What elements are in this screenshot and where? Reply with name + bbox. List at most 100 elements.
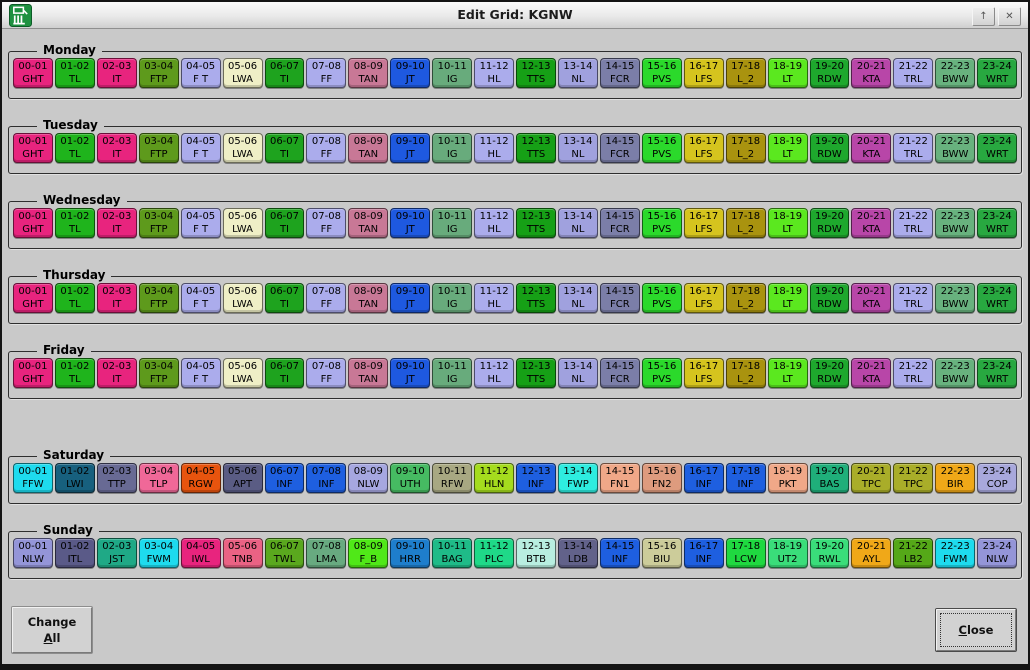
slot-button-sunday-14-15[interactable]: 14-15INF bbox=[600, 538, 640, 568]
slot-button-friday-13-14[interactable]: 13-14NL bbox=[558, 358, 598, 388]
slot-button-sunday-22-23[interactable]: 22-23FWM bbox=[935, 538, 975, 568]
slot-button-friday-18-19[interactable]: 18-19LT bbox=[768, 358, 808, 388]
slot-button-tuesday-11-12[interactable]: 11-12HL bbox=[474, 133, 514, 163]
slot-button-monday-23-24[interactable]: 23-24WRT bbox=[977, 58, 1017, 88]
slot-button-monday-11-12[interactable]: 11-12HL bbox=[474, 58, 514, 88]
slot-button-thursday-17-18[interactable]: 17-18L_2 bbox=[726, 283, 766, 313]
slot-button-tuesday-21-22[interactable]: 21-22TRL bbox=[893, 133, 933, 163]
slot-button-saturday-21-22[interactable]: 21-22TPC bbox=[893, 463, 933, 493]
slot-button-tuesday-07-08[interactable]: 07-08FF bbox=[306, 133, 346, 163]
slot-button-sunday-00-01[interactable]: 00-01NLW bbox=[13, 538, 53, 568]
slot-button-thursday-04-05[interactable]: 04-05F T bbox=[181, 283, 221, 313]
slot-button-wednesday-04-05[interactable]: 04-05F T bbox=[181, 208, 221, 238]
slot-button-thursday-21-22[interactable]: 21-22TRL bbox=[893, 283, 933, 313]
slot-button-friday-19-20[interactable]: 19-20RDW bbox=[810, 358, 850, 388]
slot-button-tuesday-12-13[interactable]: 12-13TTS bbox=[516, 133, 556, 163]
slot-button-wednesday-13-14[interactable]: 13-14NL bbox=[558, 208, 598, 238]
slot-button-tuesday-16-17[interactable]: 16-17LFS bbox=[684, 133, 724, 163]
slot-button-monday-09-10[interactable]: 09-10JT bbox=[390, 58, 430, 88]
slot-button-wednesday-18-19[interactable]: 18-19LT bbox=[768, 208, 808, 238]
slot-button-friday-02-03[interactable]: 02-03IT bbox=[97, 358, 137, 388]
slot-button-wednesday-22-23[interactable]: 22-23BWW bbox=[935, 208, 975, 238]
slot-button-thursday-23-24[interactable]: 23-24WRT bbox=[977, 283, 1017, 313]
slot-button-wednesday-08-09[interactable]: 08-09TAN bbox=[348, 208, 388, 238]
change-all-button[interactable]: Change All bbox=[12, 607, 92, 653]
slot-button-thursday-00-01[interactable]: 00-01GHT bbox=[13, 283, 53, 313]
slot-button-wednesday-03-04[interactable]: 03-04FTP bbox=[139, 208, 179, 238]
slot-button-sunday-11-12[interactable]: 11-12PLC bbox=[474, 538, 514, 568]
slot-button-monday-07-08[interactable]: 07-08FF bbox=[306, 58, 346, 88]
slot-button-friday-08-09[interactable]: 08-09TAN bbox=[348, 358, 388, 388]
slot-button-saturday-16-17[interactable]: 16-17INF bbox=[684, 463, 724, 493]
slot-button-wednesday-01-02[interactable]: 01-02TL bbox=[55, 208, 95, 238]
slot-button-saturday-15-16[interactable]: 15-16FN2 bbox=[642, 463, 682, 493]
slot-button-monday-21-22[interactable]: 21-22TRL bbox=[893, 58, 933, 88]
slot-button-thursday-13-14[interactable]: 13-14NL bbox=[558, 283, 598, 313]
slot-button-saturday-14-15[interactable]: 14-15FN1 bbox=[600, 463, 640, 493]
slot-button-thursday-02-03[interactable]: 02-03IT bbox=[97, 283, 137, 313]
slot-button-sunday-04-05[interactable]: 04-05IWL bbox=[181, 538, 221, 568]
slot-button-saturday-09-10[interactable]: 09-10UTH bbox=[390, 463, 430, 493]
slot-button-wednesday-14-15[interactable]: 14-15FCR bbox=[600, 208, 640, 238]
slot-button-tuesday-17-18[interactable]: 17-18L_2 bbox=[726, 133, 766, 163]
slot-button-saturday-20-21[interactable]: 20-21TPC bbox=[851, 463, 891, 493]
slot-button-saturday-03-04[interactable]: 03-04TLP bbox=[139, 463, 179, 493]
slot-button-tuesday-00-01[interactable]: 00-01GHT bbox=[13, 133, 53, 163]
slot-button-friday-00-01[interactable]: 00-01GHT bbox=[13, 358, 53, 388]
slot-button-monday-19-20[interactable]: 19-20RDW bbox=[810, 58, 850, 88]
slot-button-monday-08-09[interactable]: 08-09TAN bbox=[348, 58, 388, 88]
slot-button-friday-16-17[interactable]: 16-17LFS bbox=[684, 358, 724, 388]
slot-button-sunday-18-19[interactable]: 18-19UT2 bbox=[768, 538, 808, 568]
slot-button-sunday-12-13[interactable]: 12-13BTB bbox=[516, 538, 556, 568]
slot-button-sunday-19-20[interactable]: 19-20RWL bbox=[810, 538, 850, 568]
slot-button-wednesday-17-18[interactable]: 17-18L_2 bbox=[726, 208, 766, 238]
slot-button-monday-18-19[interactable]: 18-19LT bbox=[768, 58, 808, 88]
slot-button-wednesday-20-21[interactable]: 20-21KTA bbox=[851, 208, 891, 238]
slot-button-thursday-08-09[interactable]: 08-09TAN bbox=[348, 283, 388, 313]
slot-button-wednesday-07-08[interactable]: 07-08FF bbox=[306, 208, 346, 238]
slot-button-sunday-09-10[interactable]: 09-10HRR bbox=[390, 538, 430, 568]
slot-button-wednesday-05-06[interactable]: 05-06LWA bbox=[223, 208, 263, 238]
slot-button-saturday-22-23[interactable]: 22-23BIR bbox=[935, 463, 975, 493]
slot-button-thursday-12-13[interactable]: 12-13TTS bbox=[516, 283, 556, 313]
slot-button-wednesday-12-13[interactable]: 12-13TTS bbox=[516, 208, 556, 238]
slot-button-monday-12-13[interactable]: 12-13TTS bbox=[516, 58, 556, 88]
slot-button-monday-15-16[interactable]: 15-16PVS bbox=[642, 58, 682, 88]
slot-button-thursday-09-10[interactable]: 09-10JT bbox=[390, 283, 430, 313]
slot-button-tuesday-05-06[interactable]: 05-06LWA bbox=[223, 133, 263, 163]
slot-button-saturday-13-14[interactable]: 13-14FWP bbox=[558, 463, 598, 493]
slot-button-monday-20-21[interactable]: 20-21KTA bbox=[851, 58, 891, 88]
slot-button-tuesday-22-23[interactable]: 22-23BWW bbox=[935, 133, 975, 163]
slot-button-friday-05-06[interactable]: 05-06LWA bbox=[223, 358, 263, 388]
slot-button-tuesday-08-09[interactable]: 08-09TAN bbox=[348, 133, 388, 163]
slot-button-sunday-16-17[interactable]: 16-17INF bbox=[684, 538, 724, 568]
slot-button-friday-23-24[interactable]: 23-24WRT bbox=[977, 358, 1017, 388]
slot-button-thursday-07-08[interactable]: 07-08FF bbox=[306, 283, 346, 313]
slot-button-saturday-23-24[interactable]: 23-24COP bbox=[977, 463, 1017, 493]
slot-button-wednesday-21-22[interactable]: 21-22TRL bbox=[893, 208, 933, 238]
slot-button-friday-17-18[interactable]: 17-18L_2 bbox=[726, 358, 766, 388]
slot-button-thursday-14-15[interactable]: 14-15FCR bbox=[600, 283, 640, 313]
slot-button-thursday-01-02[interactable]: 01-02TL bbox=[55, 283, 95, 313]
slot-button-thursday-19-20[interactable]: 19-20RDW bbox=[810, 283, 850, 313]
slot-button-sunday-07-08[interactable]: 07-08LMA bbox=[306, 538, 346, 568]
slot-button-wednesday-09-10[interactable]: 09-10JT bbox=[390, 208, 430, 238]
slot-button-wednesday-00-01[interactable]: 00-01GHT bbox=[13, 208, 53, 238]
shade-button[interactable]: ↑ bbox=[972, 7, 995, 26]
slot-button-friday-14-15[interactable]: 14-15FCR bbox=[600, 358, 640, 388]
slot-button-monday-04-05[interactable]: 04-05F T bbox=[181, 58, 221, 88]
slot-button-monday-13-14[interactable]: 13-14NL bbox=[558, 58, 598, 88]
slot-button-sunday-08-09[interactable]: 08-09F_B bbox=[348, 538, 388, 568]
slot-button-sunday-17-18[interactable]: 17-18LCW bbox=[726, 538, 766, 568]
slot-button-saturday-05-06[interactable]: 05-06APT bbox=[223, 463, 263, 493]
slot-button-tuesday-18-19[interactable]: 18-19LT bbox=[768, 133, 808, 163]
slot-button-saturday-00-01[interactable]: 00-01FFW bbox=[13, 463, 53, 493]
slot-button-tuesday-02-03[interactable]: 02-03IT bbox=[97, 133, 137, 163]
slot-button-thursday-18-19[interactable]: 18-19LT bbox=[768, 283, 808, 313]
slot-button-sunday-15-16[interactable]: 15-16BIU bbox=[642, 538, 682, 568]
slot-button-saturday-02-03[interactable]: 02-03TTP bbox=[97, 463, 137, 493]
slot-button-saturday-12-13[interactable]: 12-13INF bbox=[516, 463, 556, 493]
slot-button-sunday-21-22[interactable]: 21-22LB2 bbox=[893, 538, 933, 568]
slot-button-tuesday-23-24[interactable]: 23-24WRT bbox=[977, 133, 1017, 163]
slot-button-friday-21-22[interactable]: 21-22TRL bbox=[893, 358, 933, 388]
